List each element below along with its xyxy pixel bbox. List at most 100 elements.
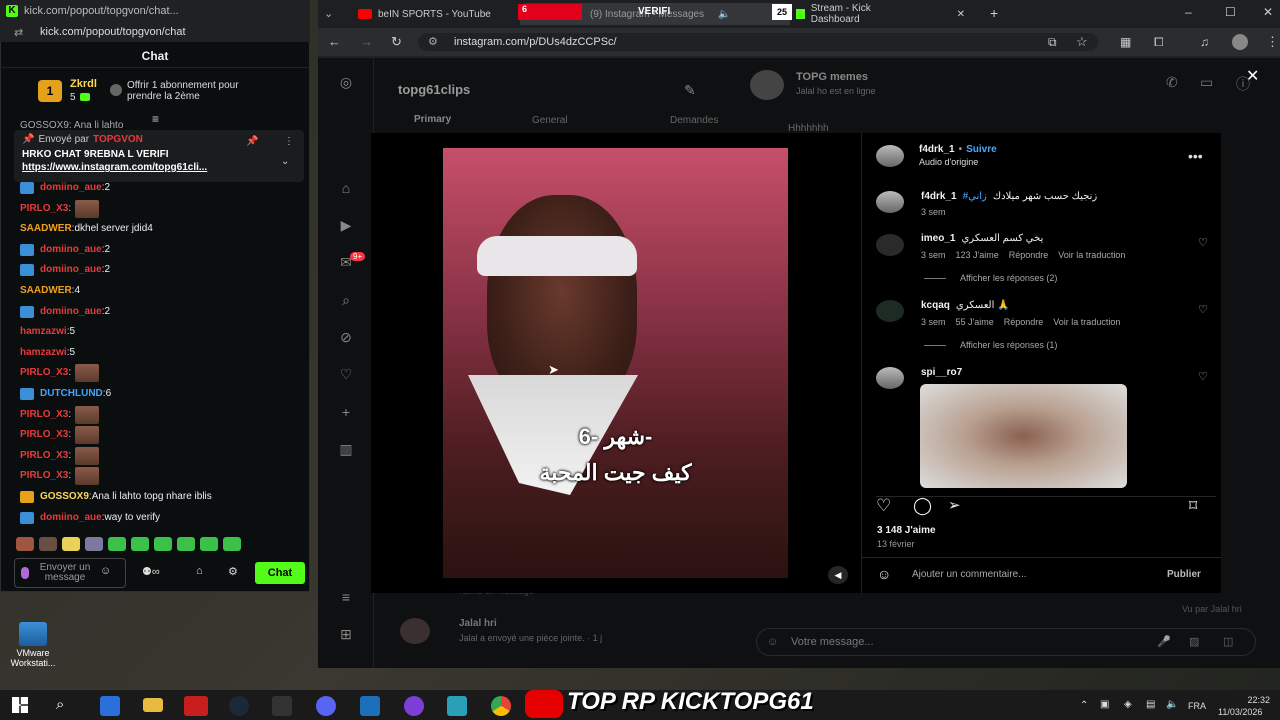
- comment-avatar[interactable]: [876, 367, 904, 389]
- dm-tab-primary[interactable]: Primary: [414, 114, 451, 125]
- comment-user[interactable]: imeo_1: [921, 233, 955, 244]
- tab-mute-icon[interactable]: 🔈: [718, 9, 730, 20]
- taskbar-app-icon[interactable]: [404, 696, 424, 716]
- meta-apps-icon[interactable]: ⊞: [336, 624, 356, 644]
- home-icon[interactable]: ⌂: [336, 178, 356, 198]
- volume-icon[interactable]: 🔈: [1166, 699, 1178, 710]
- store-icon[interactable]: ⌂: [196, 565, 203, 577]
- chat-username[interactable]: domiino_aue: [40, 241, 102, 259]
- new-message-icon[interactable]: ✎: [684, 82, 696, 99]
- chat-item-name[interactable]: Jalal hri: [459, 618, 497, 629]
- emote-icon[interactable]: [62, 537, 80, 551]
- chat-username[interactable]: hamzazwi: [20, 344, 67, 362]
- chat-username[interactable]: PIRLO_X3: [20, 467, 68, 485]
- video-mute-icon[interactable]: ◀: [828, 566, 848, 584]
- emote-icon[interactable]: [16, 537, 34, 551]
- media-control-icon[interactable]: ♫: [1200, 35, 1209, 49]
- chat-username[interactable]: hamzazwi: [20, 323, 67, 341]
- sub-offer-text[interactable]: Offrir 1 abonnement pour prendre la 2ème: [127, 80, 267, 102]
- bookmark-star-icon[interactable]: ☆: [1076, 34, 1088, 50]
- address-bar[interactable]: ⚙ instagram.com/p/DUs4dzCCPSc/: [418, 33, 1098, 51]
- send-chat-button[interactable]: Chat: [255, 562, 305, 584]
- dm-gallery-icon[interactable]: ▨: [1189, 629, 1199, 655]
- comment-translate[interactable]: Voir la traduction: [1058, 250, 1125, 260]
- taskbar-app-icon[interactable]: [272, 696, 292, 716]
- dm-account-name[interactable]: topg61clips: [398, 82, 470, 97]
- emote-icon[interactable]: [154, 537, 172, 551]
- explore-icon[interactable]: ⊘: [336, 327, 356, 347]
- post-likes-count[interactable]: 3 148 J'aime: [877, 525, 936, 536]
- emote-icon[interactable]: [108, 537, 126, 551]
- add-comment-input[interactable]: Ajouter un commentaire...: [912, 569, 1027, 580]
- tab-kick-dashboard[interactable]: Stream - Kick Dashboard ✕: [788, 3, 973, 25]
- dm-sticker-icon[interactable]: ◫: [1223, 629, 1233, 655]
- tray-chevron-icon[interactable]: ⌃: [1080, 700, 1088, 711]
- new-tab-icon[interactable]: +: [990, 5, 998, 21]
- comment-reply[interactable]: Répondre: [1004, 317, 1044, 327]
- chat-username[interactable]: PIRLO_X3: [20, 426, 68, 444]
- comment-like-icon[interactable]: ♡: [1198, 236, 1208, 249]
- chat-username[interactable]: domiino_aue: [40, 261, 102, 279]
- save-bookmark-icon[interactable]: ⌑: [1189, 496, 1197, 516]
- chat-username[interactable]: SAADWER: [20, 220, 72, 238]
- emote-icon[interactable]: [85, 537, 103, 551]
- clock-date[interactable]: 11/03/2026: [1218, 707, 1262, 717]
- vmware-desktop-shortcut[interactable]: VMware Workstati...: [4, 622, 62, 668]
- puzzle-icon[interactable]: ⧠: [1154, 35, 1164, 50]
- forward-icon[interactable]: →: [360, 34, 373, 49]
- dm-message-input[interactable]: ☺ Votre message... 🎤 ▨ ◫: [756, 628, 1256, 656]
- notifications-heart-icon[interactable]: ♡: [336, 364, 356, 384]
- chrome-taskbar-icon[interactable]: [491, 696, 511, 716]
- emote-icon[interactable]: [200, 537, 218, 551]
- network-icon[interactable]: ▤: [1146, 699, 1155, 710]
- profile-avatar[interactable]: [1232, 34, 1248, 50]
- comment-like-icon[interactable]: ♡: [1198, 370, 1208, 383]
- voicemeeter-icon[interactable]: [184, 696, 208, 716]
- comment-user[interactable]: spi__ro7: [921, 367, 962, 378]
- chat-username[interactable]: PIRLO_X3: [20, 447, 68, 465]
- chat-username[interactable]: PIRLO_X3: [20, 406, 68, 424]
- discord-icon[interactable]: [316, 696, 336, 716]
- clock-time[interactable]: 22:32: [1230, 695, 1270, 705]
- chat-username[interactable]: domiino_aue: [40, 509, 102, 527]
- pinned-more-icon[interactable]: ⋮: [284, 136, 294, 147]
- video-call-icon[interactable]: ▭: [1200, 74, 1213, 91]
- dm-tab-requests[interactable]: Demandes: [670, 115, 718, 126]
- comment-likes[interactable]: 123 J'aime: [956, 250, 999, 260]
- back-icon[interactable]: ←: [328, 34, 341, 49]
- comment-like-icon[interactable]: ♡: [1198, 303, 1208, 316]
- comment-reply[interactable]: Répondre: [1009, 250, 1049, 260]
- unpin-icon[interactable]: 📌: [246, 136, 258, 147]
- caption-avatar[interactable]: [876, 191, 904, 213]
- tray-app-icon[interactable]: ◈: [1124, 699, 1132, 710]
- tray-app-icon[interactable]: ▣: [1100, 699, 1109, 710]
- chrome-menu-icon[interactable]: ⋮: [1266, 34, 1279, 50]
- scroll-indicator-icon[interactable]: ≡: [152, 112, 159, 126]
- sub-user[interactable]: Zkrdl: [70, 78, 97, 90]
- dm-mic-icon[interactable]: 🎤: [1157, 629, 1171, 655]
- users-icon[interactable]: ⚉∞: [142, 565, 160, 578]
- comment-replies-toggle[interactable]: Afficher les réponses (1): [924, 340, 1057, 350]
- pinned-collapse-icon[interactable]: ⌄: [281, 156, 289, 167]
- extension-icon[interactable]: ▦: [1120, 35, 1131, 49]
- dashboard-icon[interactable]: ▥: [336, 439, 356, 459]
- steam-icon[interactable]: [229, 696, 249, 716]
- emote-icon[interactable]: [223, 537, 241, 551]
- follow-button[interactable]: Suivre: [966, 144, 997, 155]
- dm-emoji-icon[interactable]: ☺: [767, 629, 778, 655]
- install-app-icon[interactable]: ⧉: [1048, 35, 1057, 50]
- post-audio[interactable]: Audio d'origine: [919, 157, 978, 167]
- thread-avatar[interactable]: [750, 70, 784, 100]
- chat-username[interactable]: GOSSOX9: [40, 488, 89, 506]
- taskbar-search-icon[interactable]: ⌕: [56, 696, 64, 713]
- maximize-icon[interactable]: ☐: [1225, 5, 1236, 19]
- pinned-link[interactable]: https://www.instagram.com/topg61cli...: [22, 162, 296, 173]
- search-icon[interactable]: ⌕: [336, 290, 356, 310]
- comment-likes[interactable]: 55 J'aime: [956, 317, 994, 327]
- caption-hashtag[interactable]: #زاني: [963, 191, 987, 202]
- share-send-icon[interactable]: ➢: [948, 496, 961, 514]
- file-explorer-icon[interactable]: [143, 698, 163, 712]
- thread-name[interactable]: TOPG memes: [796, 71, 868, 83]
- taskbar-app-icon[interactable]: [360, 696, 380, 716]
- emoji-picker-icon[interactable]: ☺: [877, 566, 891, 582]
